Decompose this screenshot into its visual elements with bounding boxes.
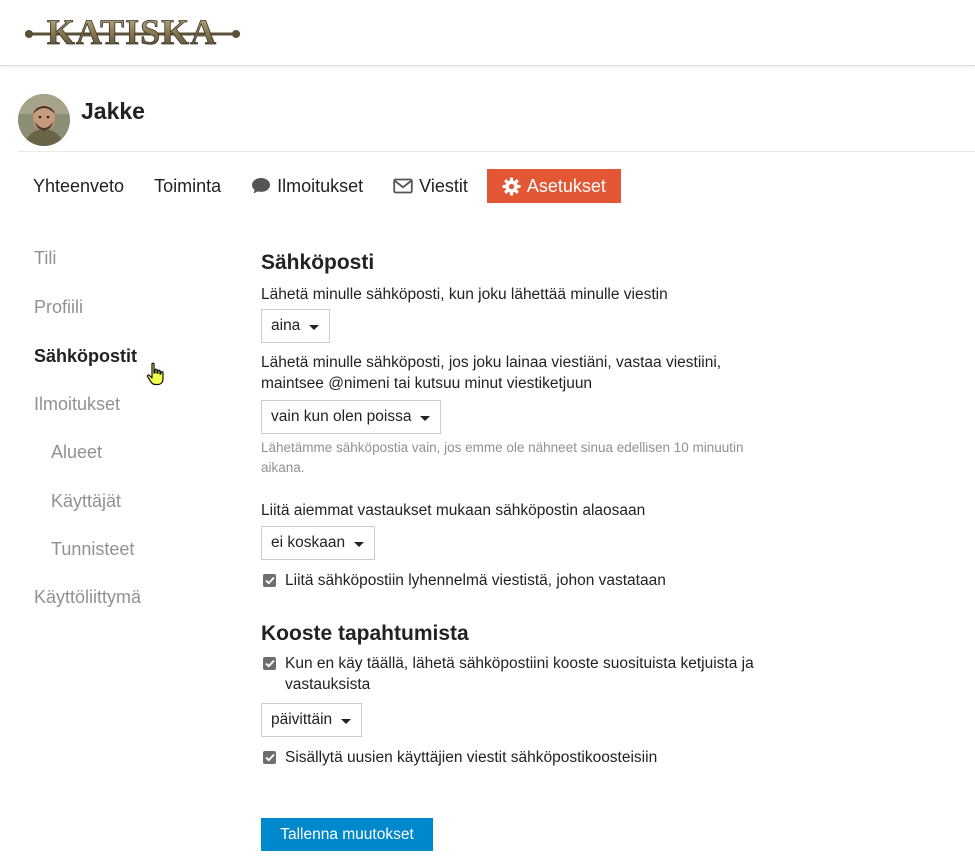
digest-label-line1: Kun en käy täällä, lähetä sähköpostiini … <box>285 655 754 672</box>
envelope-icon <box>393 178 413 194</box>
sidebar-item-account[interactable]: Tili <box>34 248 56 269</box>
tab-notifications-label: Ilmoitukset <box>277 175 364 196</box>
excerpt-option: Liitä sähköpostiin lyhennelmä viestistä,… <box>261 570 666 591</box>
previous-replies-label: Liitä aiemmat vastaukset mukaan sähköpos… <box>261 502 646 519</box>
sidebar-item-notifications[interactable]: Ilmoitukset <box>34 394 120 415</box>
username: Jakke <box>81 98 145 124</box>
pm-email-value: aina <box>271 317 301 334</box>
mention-email-label-line1: Lähetä minulle sähköposti, jos joku lain… <box>261 354 722 371</box>
caret-down-icon <box>341 718 352 724</box>
svg-text:KATISKA: KATISKA <box>47 12 217 50</box>
digest-frequency-select[interactable]: päivittäin <box>261 703 363 737</box>
sidebar-item-profile[interactable]: Profiili <box>34 297 83 318</box>
caret-down-icon <box>354 541 365 547</box>
sidebar-item-tags[interactable]: Tunnisteet <box>51 539 134 560</box>
sidebar-item-interface[interactable]: Käyttöliittymä <box>34 587 141 608</box>
avatar[interactable] <box>18 94 70 146</box>
sidebar-item-emails[interactable]: Sähköpostit <box>34 346 137 367</box>
comment-icon <box>252 178 271 194</box>
save-button[interactable]: Tallenna muutokset <box>261 818 433 851</box>
mention-email-select[interactable]: vain kun olen poissa <box>261 400 442 434</box>
digest-option: Kun en käy täällä, lähetä sähköpostiini … <box>261 653 754 695</box>
tab-messages-label: Viestit <box>419 175 468 196</box>
previous-replies-value: ei koskaan <box>271 534 346 551</box>
tab-summary-label: Yhteenveto <box>33 175 125 196</box>
checkmark-icon <box>264 576 275 585</box>
digest-frequency-value: päivittäin <box>271 711 333 728</box>
mention-email-note-line2: aikana. <box>261 460 305 475</box>
pm-email-select[interactable]: aina <box>261 309 331 343</box>
digest-heading: Kooste tapahtumista <box>261 622 469 645</box>
top-header: KATISKA <box>0 0 975 66</box>
tab-activity-label: Toiminta <box>154 175 222 196</box>
user-nav: Yhteenveto Toiminta Ilmoitukset Viestit <box>18 169 621 203</box>
site-logo[interactable]: KATISKA <box>25 12 240 50</box>
excerpt-label: Liitä sähköpostiin lyhennelmä viestistä,… <box>285 572 666 589</box>
sidebar-item-categories[interactable]: Alueet <box>51 442 102 463</box>
mention-email-value: vain kun olen poissa <box>271 408 412 425</box>
checkmark-icon <box>264 753 275 762</box>
new-users-option: Sisällytä uusien käyttäjien viestit sähk… <box>261 747 657 768</box>
digest-checkbox[interactable] <box>263 657 276 670</box>
hand-cursor-icon <box>146 362 164 386</box>
previous-replies-select[interactable]: ei koskaan <box>261 526 376 560</box>
mention-email-label-line2: maintsee @nimeni tai kutsuu minut viesti… <box>261 375 593 392</box>
email-heading: Sähköposti <box>261 251 375 274</box>
excerpt-checkbox[interactable] <box>263 574 276 587</box>
new-users-label: Sisällytä uusien käyttäjien viestit sähk… <box>285 749 658 766</box>
sidebar-item-users[interactable]: Käyttäjät <box>51 491 121 512</box>
pm-email-label: Lähetä minulle sähköposti, kun joku lähe… <box>261 286 668 303</box>
caret-down-icon <box>420 415 431 421</box>
new-users-checkbox[interactable] <box>263 751 276 764</box>
tab-preferences-label: Asetukset <box>526 175 606 196</box>
tab-preferences[interactable]: Asetukset <box>486 169 621 203</box>
tab-messages[interactable]: Viestit <box>378 169 483 203</box>
digest-label-line2: vastauksista <box>285 676 371 693</box>
tab-activity[interactable]: Toiminta <box>139 169 236 203</box>
mention-email-note-line1: Lähetämme sähköpostia vain, jos emme ole… <box>261 440 744 455</box>
checkmark-icon <box>264 659 275 668</box>
tab-summary[interactable]: Yhteenveto <box>18 169 139 203</box>
divider <box>18 151 975 152</box>
caret-down-icon <box>309 324 320 330</box>
tab-notifications[interactable]: Ilmoitukset <box>236 169 378 203</box>
gear-icon <box>502 176 521 196</box>
